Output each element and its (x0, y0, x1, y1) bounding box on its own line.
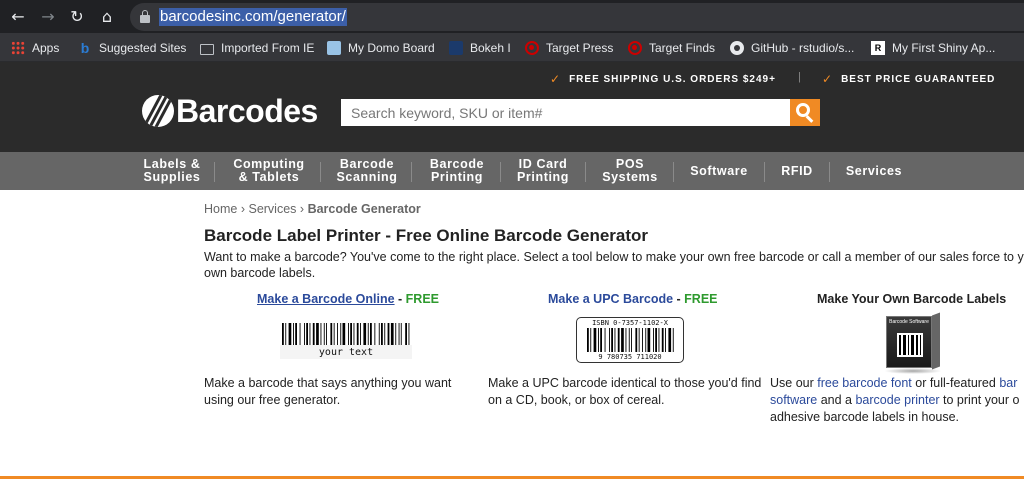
barcodes-logo-icon (142, 95, 174, 127)
barcode-software-box-image[interactable]: Barcode Software (882, 310, 942, 374)
nav-computing-tablets[interactable]: Computing & Tablets (224, 152, 314, 190)
breadcrumb: Home › Services › Barcode Generator (204, 202, 421, 216)
folder-icon (200, 43, 214, 55)
bookmark-label: Target Finds (649, 41, 716, 55)
bookmark-apps[interactable]: Apps (11, 39, 59, 57)
bookmark-imported-from-ie[interactable]: Imported From IE (200, 39, 314, 57)
bookmark-shiny-app[interactable]: R My First Shiny Ap... (871, 39, 995, 57)
github-icon (730, 41, 744, 55)
site-header: ✓ FREE SHIPPING U.S. ORDERS $249+ | ✓ BEST… (0, 62, 1024, 152)
logo-text: Barcodes (176, 92, 318, 129)
bookmark-label: Bokeh I (470, 41, 511, 55)
text-segment: adhesive barcode labels in house. (770, 410, 960, 424)
nav-id-card-printing[interactable]: ID Card Printing (507, 152, 579, 190)
text-segment: to print your o (939, 393, 1020, 407)
breadcrumb-current: Barcode Generator (307, 202, 421, 216)
shiny-icon: R (871, 41, 885, 55)
search-button[interactable] (790, 99, 820, 126)
bookmark-target-press[interactable]: Target Press (525, 39, 613, 57)
nav-labels-supplies[interactable]: Labels & Supplies (134, 152, 210, 190)
browser-toolbar: ← → ↻ ⌂ barcodesinc.com/generator/ (0, 0, 1024, 33)
bokeh-icon (449, 41, 463, 55)
bookmark-label: Apps (32, 41, 60, 55)
forward-arrow-icon[interactable]: → (37, 6, 59, 28)
target-icon (628, 41, 642, 55)
breadcrumb-separator: › (299, 202, 305, 216)
col3-description: Use our free barcode font or full-featur… (770, 375, 1024, 426)
col2-description: Make a UPC barcode identical to those yo… (488, 376, 762, 407)
nav-rfid[interactable]: RFID (771, 152, 823, 190)
target-icon (525, 41, 539, 55)
address-bar[interactable]: barcodesinc.com/generator/ (130, 3, 1024, 31)
box-label: Barcode Software (889, 319, 929, 325)
bookmark-target-finds[interactable]: Target Finds (628, 39, 715, 57)
bookmark-suggested-sites[interactable]: b Suggested Sites (78, 39, 187, 57)
barcode-printer-link[interactable]: barcode printer (855, 393, 939, 407)
bookmark-label: My First Shiny Ap... (892, 41, 996, 55)
free-barcode-font-link[interactable]: free barcode font (817, 376, 912, 390)
breadcrumb-home[interactable]: Home (204, 202, 237, 216)
barcode-software-link[interactable]: software (770, 393, 817, 407)
barcode-software-link-start[interactable]: bar (999, 376, 1017, 390)
sample-barcode-text: your text (319, 347, 373, 358)
reload-icon[interactable]: ↻ (66, 6, 88, 28)
col2-heading: Make a UPC Barcode - FREE (548, 292, 718, 306)
site-logo[interactable]: Barcodes (142, 92, 318, 129)
search-input[interactable] (341, 99, 790, 126)
nav-services[interactable]: Services (836, 152, 912, 190)
isbn-text: ISBN 0-7357-1102-X (592, 319, 668, 327)
nav-barcode-scanning[interactable]: Barcode Scanning (328, 152, 406, 190)
bookmarks-bar: Apps b Suggested Sites Imported From IE M… (0, 33, 1024, 62)
breadcrumb-separator: › (240, 202, 245, 216)
nav-software[interactable]: Software (680, 152, 758, 190)
heading-dash: - (394, 292, 406, 306)
bookmark-my-domo-board[interactable]: My Domo Board (327, 39, 435, 57)
free-badge: FREE (684, 292, 718, 306)
col1-heading: Make a Barcode Online - FREE (257, 292, 439, 306)
check-icon: ✓ (550, 72, 562, 86)
heading-dash: - (673, 292, 685, 306)
make-barcode-online-link[interactable]: Make a Barcode Online (257, 292, 395, 306)
bookmark-label: My Domo Board (348, 41, 435, 55)
bookmark-bokeh[interactable]: Bokeh I (449, 39, 511, 57)
bookmark-github[interactable]: GitHub - rstudio/s... (730, 39, 854, 57)
bookmark-label: Imported From IE (221, 41, 315, 55)
make-upc-barcode-link[interactable]: Make a UPC Barcode (548, 292, 673, 306)
promo-text: BEST PRICE GUARANTEED (841, 73, 996, 85)
bookmark-label: Target Press (546, 41, 614, 55)
check-icon: ✓ (822, 72, 834, 86)
domo-icon (327, 41, 341, 55)
nav-barcode-printing[interactable]: Barcode Printing (420, 152, 494, 190)
promo-best-price: ✓ BEST PRICE GUARANTEED (822, 72, 995, 86)
sample-barcode-image[interactable]: your text (280, 323, 412, 359)
upc-digits: 9 780735 711020 (598, 353, 662, 361)
text-segment: and a (817, 393, 856, 407)
back-arrow-icon[interactable]: ← (7, 6, 29, 28)
intro-text: Want to make a barcode? You've come to t… (204, 250, 1024, 280)
main-nav: Labels & Supplies Computing & Tablets Ba… (0, 152, 1024, 190)
text-segment: Use our (770, 376, 818, 390)
col1-description: Make a barcode that says anything you wa… (204, 376, 452, 407)
breadcrumb-services[interactable]: Services (248, 202, 296, 216)
bing-icon: b (80, 40, 90, 56)
promo-separator: | (798, 71, 801, 83)
barcode-icon (897, 333, 923, 357)
nav-pos-systems[interactable]: POS Systems (594, 152, 666, 190)
url-text[interactable]: barcodesinc.com/generator/ (159, 8, 347, 26)
page-title: Barcode Label Printer - Free Online Barc… (204, 226, 649, 245)
col3-heading: Make Your Own Barcode Labels (817, 292, 1006, 306)
bookmark-label: Suggested Sites (99, 41, 187, 55)
bookmark-label: GitHub - rstudio/s... (751, 41, 855, 55)
upc-barcode-image[interactable]: ISBN 0-7357-1102-X 9 780735 711020 (576, 317, 684, 363)
lock-icon (140, 10, 150, 23)
promo-text: FREE SHIPPING U.S. ORDERS $249+ (569, 73, 776, 85)
home-icon[interactable]: ⌂ (96, 6, 118, 28)
apps-grid-icon (11, 41, 25, 55)
text-segment: or full-featured (911, 376, 1000, 390)
free-badge: FREE (405, 292, 440, 306)
promo-free-shipping: ✓ FREE SHIPPING U.S. ORDERS $249+ (550, 72, 776, 86)
col3-heading-text: Make Your Own Barcode Labels (817, 292, 1007, 306)
